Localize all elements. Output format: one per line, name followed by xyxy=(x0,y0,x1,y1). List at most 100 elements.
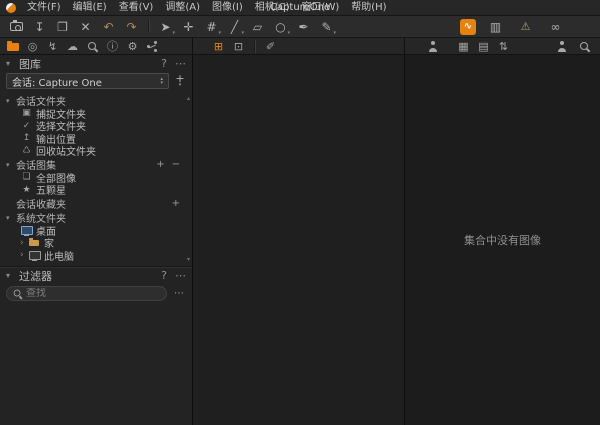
tree-row[interactable]: ▾ 会话图集 + − xyxy=(0,159,192,172)
help-button[interactable]: ? xyxy=(161,269,167,282)
filters-panel-title: 过滤器 xyxy=(19,268,52,284)
section-chevron-icon[interactable]: ▾ xyxy=(6,214,16,222)
capture-folder-icon: ▣ xyxy=(20,108,33,119)
filters-panel-header: 过滤器 ? ⋯ xyxy=(0,267,192,284)
tree-row[interactable]: ❏ 全部图像 xyxy=(0,171,192,184)
section-chevron-icon[interactable]: ▾ xyxy=(6,97,16,105)
library-panel-header: 图库 ? ⋯ xyxy=(0,55,192,72)
tree-row[interactable]: ▾ 会话文件夹 xyxy=(0,95,192,108)
filter-search-box[interactable] xyxy=(6,286,167,301)
tree-row[interactable]: 桌面 xyxy=(0,224,192,237)
menu-item[interactable]: 文件(F) xyxy=(21,0,67,15)
share-icon[interactable] xyxy=(143,39,162,54)
session-selector[interactable]: 会话: Capture One xyxy=(6,73,169,89)
separator xyxy=(148,20,149,33)
panel-collapse-icon[interactable] xyxy=(6,271,14,280)
list-view-icon[interactable]: ▤ xyxy=(474,39,493,54)
help-button[interactable]: ? xyxy=(161,57,167,70)
remove-button[interactable]: − xyxy=(172,159,180,170)
single-view-icon[interactable]: ⊡ xyxy=(229,39,248,54)
tree-row[interactable]: ↥ 输出位置 xyxy=(0,132,192,145)
import-icon[interactable]: ↧ xyxy=(29,17,50,36)
menu-item[interactable]: 查看(V) xyxy=(113,0,160,15)
straighten-tool-icon[interactable]: ╱ xyxy=(224,17,245,36)
eyedropper-tool-icon[interactable]: ✒ xyxy=(293,17,314,36)
delete-icon[interactable]: ✕ xyxy=(75,17,96,36)
draw-mask-tool-icon[interactable]: ✎ xyxy=(316,17,337,36)
search-icon xyxy=(13,288,22,297)
tree-row[interactable]: › 此电脑 xyxy=(0,249,192,262)
more-options-button[interactable]: ⋯ xyxy=(175,57,186,70)
menu-item[interactable]: 帮助(H) xyxy=(345,0,392,15)
menu-items: 文件(F)编辑(E)查看(V)调整(A)图像(I)相机(C)窗口(W)帮助(H) xyxy=(21,0,393,15)
add-button[interactable]: + xyxy=(172,198,180,209)
tree-item-label: 五颗星 xyxy=(36,182,66,197)
aperture-icon[interactable]: ◎ xyxy=(23,39,42,54)
menu-bar: 文件(F)编辑(E)查看(V)调整(A)图像(I)相机(C)窗口(W)帮助(H)… xyxy=(0,0,600,16)
print-icon[interactable]: ❐ xyxy=(52,17,73,36)
separator xyxy=(254,40,255,53)
search-more-button[interactable]: ⋯ xyxy=(172,288,186,299)
adjustments-clipboard-icon[interactable]: ∿ xyxy=(460,19,476,35)
sort-icon[interactable]: ⇅ xyxy=(494,39,513,54)
tree-row[interactable]: ✓ 选择文件夹 xyxy=(0,120,192,133)
main-toolbar: ↧❐✕↶↷ ➤✛#╱▱○✒✎ ∿ ▥ ⚠ ∞ xyxy=(0,16,600,38)
menu-item[interactable]: 编辑(E) xyxy=(67,0,113,15)
panel-collapse-icon[interactable] xyxy=(6,59,14,68)
session-selector-value: 会话: Capture One xyxy=(12,74,102,89)
tree-row[interactable]: ♺ 回收站文件夹 xyxy=(0,145,192,158)
add-session-button[interactable]: + xyxy=(173,75,187,87)
more-options-button[interactable]: ⋯ xyxy=(175,269,186,282)
desktop-icon xyxy=(20,225,33,236)
selects-folder-icon: ✓ xyxy=(20,120,33,131)
folder-icon[interactable] xyxy=(3,39,22,54)
tree-row[interactable]: ▾ 系统文件夹 xyxy=(0,212,192,225)
undo-icon[interactable]: ↶ xyxy=(98,17,119,36)
person-icon[interactable] xyxy=(423,39,442,54)
search-icon[interactable] xyxy=(575,39,594,54)
search-input[interactable] xyxy=(26,288,161,299)
scroll-up-arrow[interactable] xyxy=(187,95,190,102)
menu-item[interactable]: 图像(I) xyxy=(206,0,249,15)
all-images-icon: ❏ xyxy=(20,172,33,183)
grid-view-icon[interactable]: ⊞ xyxy=(209,39,228,54)
add-button[interactable]: + xyxy=(156,159,164,170)
tree-row[interactable]: ▣ 捕捉文件夹 xyxy=(0,107,192,120)
folder-icon xyxy=(28,237,41,248)
gear-icon[interactable]: ⚙ xyxy=(123,39,142,54)
keystone-tool-icon[interactable]: ▱ xyxy=(247,17,268,36)
thumbnails-view-icon[interactable]: ▦ xyxy=(454,39,473,54)
main-area: 图库 ? ⋯ 会话: Capture One + ▾ xyxy=(0,55,600,425)
info-icon[interactable]: ⓘ xyxy=(103,39,122,54)
proofing-icon[interactable]: ∞ xyxy=(545,17,566,36)
library-panel-title: 图库 xyxy=(19,56,41,72)
select-chevrons-icon xyxy=(160,77,163,85)
tree-row[interactable]: 会话收藏夹 + xyxy=(0,198,192,211)
tether-icon[interactable]: ↯ xyxy=(43,39,62,54)
select-tool-icon[interactable]: ➤ xyxy=(155,17,176,36)
section-chevron-icon[interactable]: ▾ xyxy=(6,161,16,169)
capture-one-logo-icon[interactable] xyxy=(6,3,16,13)
computer-icon xyxy=(28,250,41,261)
spot-removal-tool-icon[interactable]: ○ xyxy=(270,17,291,36)
scroll-down-arrow[interactable] xyxy=(187,256,190,263)
empty-collection-message: 集合中没有图像 xyxy=(464,232,541,248)
tree-row[interactable]: › 家 xyxy=(0,237,192,250)
person-icon[interactable] xyxy=(552,39,571,54)
styles-icon[interactable]: ▥ xyxy=(485,17,506,36)
tree-item-label: 此电脑 xyxy=(44,248,74,263)
redo-icon[interactable]: ↷ xyxy=(121,17,142,36)
search-icon[interactable] xyxy=(83,39,102,54)
session-row: 会话: Capture One + xyxy=(0,72,192,92)
browser-tools: ▦▤⇅ xyxy=(405,38,600,54)
menu-item[interactable]: 调整(A) xyxy=(159,0,206,15)
camera-icon[interactable] xyxy=(6,17,27,36)
warning-icon[interactable]: ⚠ xyxy=(515,17,536,36)
cloud-icon[interactable]: ☁ xyxy=(63,39,82,54)
expand-arrow-icon[interactable]: › xyxy=(20,238,28,248)
pan-tool-icon[interactable]: ✛ xyxy=(178,17,199,36)
expand-arrow-icon[interactable]: › xyxy=(20,250,28,260)
cursor-tool-icon[interactable]: ✐ xyxy=(261,39,280,54)
crop-tool-icon[interactable]: # xyxy=(201,17,222,36)
tree-row[interactable]: ★ 五颗星 xyxy=(0,184,192,197)
